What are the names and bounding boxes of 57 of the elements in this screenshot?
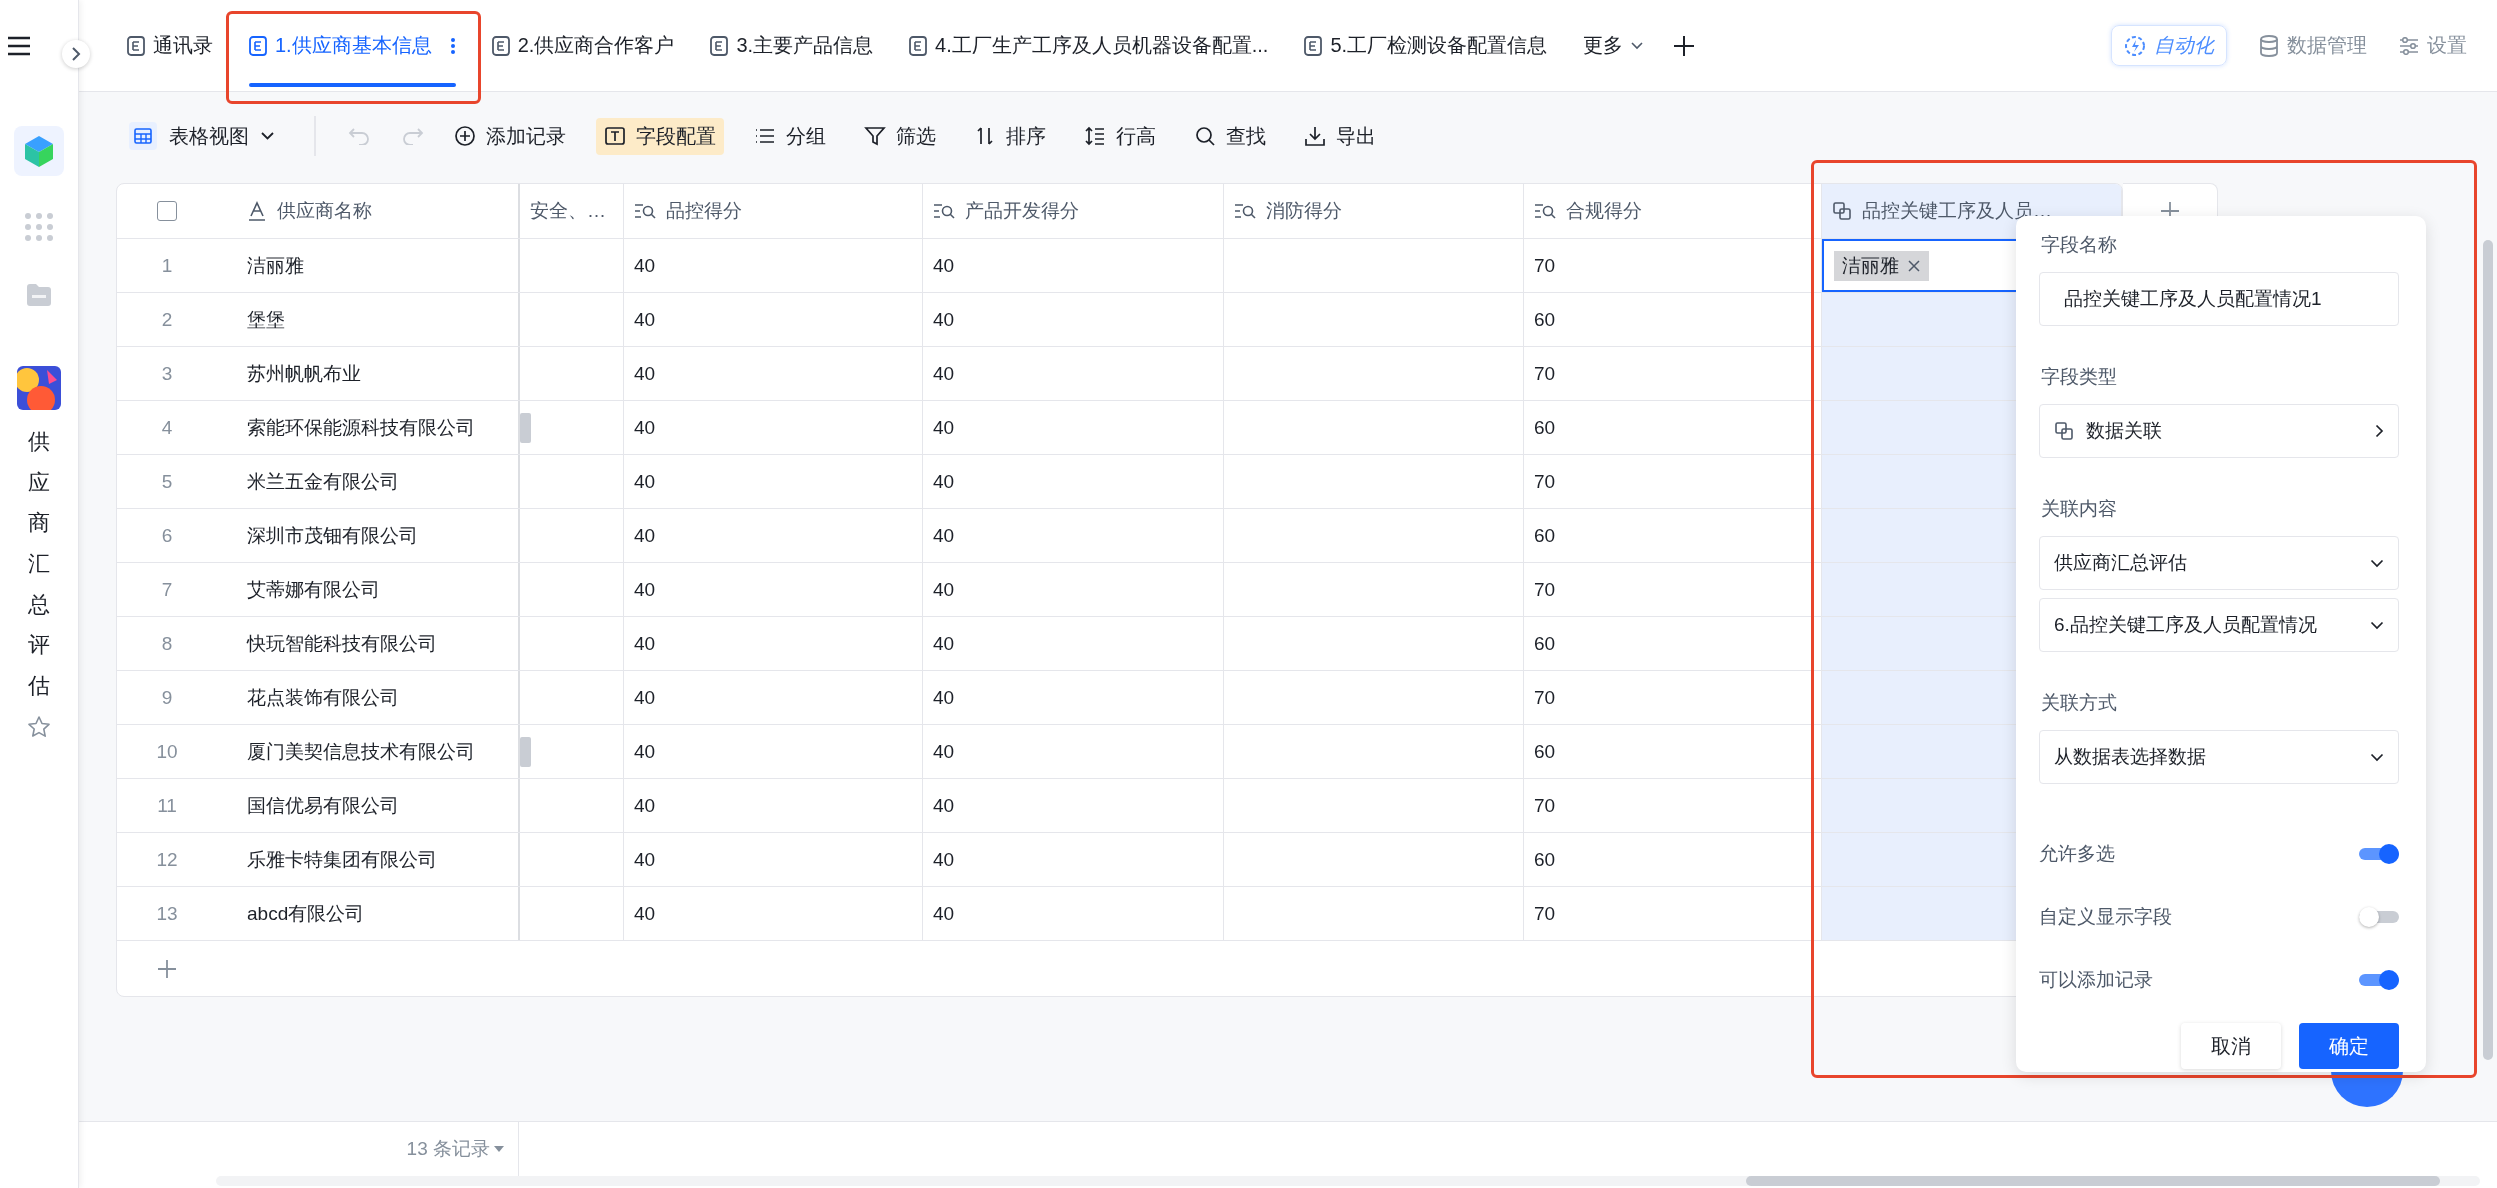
supplier-name: 洁丽雅: [217, 239, 520, 292]
supplier-name: 快玩智能科技有限公司: [217, 617, 520, 670]
row-number: 4: [160, 415, 174, 440]
development-score: 40: [923, 671, 1224, 724]
quality-score: 40: [624, 293, 923, 346]
row-number: 13: [155, 901, 179, 926]
supplier-name: 乐雅卡特集团有限公司: [217, 833, 520, 886]
app-name: 供应商汇总评估: [28, 428, 50, 701]
quality-score: 40: [624, 779, 923, 832]
supplier-name: 米兰五金有限公司: [217, 455, 520, 508]
row-number: 8: [160, 631, 174, 656]
row-number: 6: [160, 523, 174, 548]
development-score: 40: [923, 617, 1224, 670]
development-score: 40: [923, 293, 1224, 346]
row-number: 5: [160, 469, 174, 494]
row-number: 12: [155, 847, 179, 872]
field-label: 字段类型: [2041, 365, 2118, 389]
development-score: 40: [923, 833, 1224, 886]
quality-score: 40: [624, 887, 923, 940]
row-number: 3: [160, 361, 174, 386]
development-score: 40: [923, 725, 1224, 778]
row-number: 11: [156, 793, 178, 818]
development-score: 40: [923, 887, 1224, 940]
development-score: 40: [923, 779, 1224, 832]
development-score: 40: [923, 455, 1224, 508]
toggle-label: 可以添加记录: [2039, 967, 2153, 992]
development-score: 40: [923, 401, 1224, 454]
quality-score: 40: [624, 455, 923, 508]
quality-score: 40: [624, 401, 923, 454]
supplier-name: abcd有限公司: [217, 887, 520, 940]
quality-score: 40: [624, 239, 923, 292]
quality-score: 40: [624, 725, 923, 778]
quality-score: 40: [624, 509, 923, 562]
quality-score: 40: [624, 347, 923, 400]
row-number: 7: [160, 577, 174, 602]
development-score: 40: [923, 563, 1224, 616]
development-score: 40: [923, 347, 1224, 400]
quality-score: 40: [624, 617, 923, 670]
supplier-name: 花点装饰有限公司: [217, 671, 520, 724]
development-score: 40: [923, 239, 1224, 292]
toggle-label: 允许多选: [2039, 841, 2115, 866]
quality-score: 40: [624, 671, 923, 724]
supplier-name: 苏州帆帆布业: [217, 347, 520, 400]
row-number: 9: [160, 685, 174, 710]
quality-score: 40: [624, 563, 923, 616]
quality-score: 40: [624, 833, 923, 886]
toggle-label: 自定义显示字段: [2039, 904, 2172, 929]
row-number: 1: [160, 253, 174, 278]
development-score: 40: [923, 509, 1224, 562]
field-label: 关联方式: [2041, 691, 2118, 715]
supplier-name: 深圳市茂钿有限公司: [217, 509, 520, 562]
row-number: 2: [160, 307, 174, 332]
field-label: 关联内容: [2041, 497, 2118, 521]
supplier-name: 堡堡: [217, 293, 520, 346]
supplier-name: 国信优易有限公司: [217, 779, 520, 832]
supplier-name: 艾蒂娜有限公司: [217, 563, 520, 616]
row-number: 10: [155, 739, 179, 764]
